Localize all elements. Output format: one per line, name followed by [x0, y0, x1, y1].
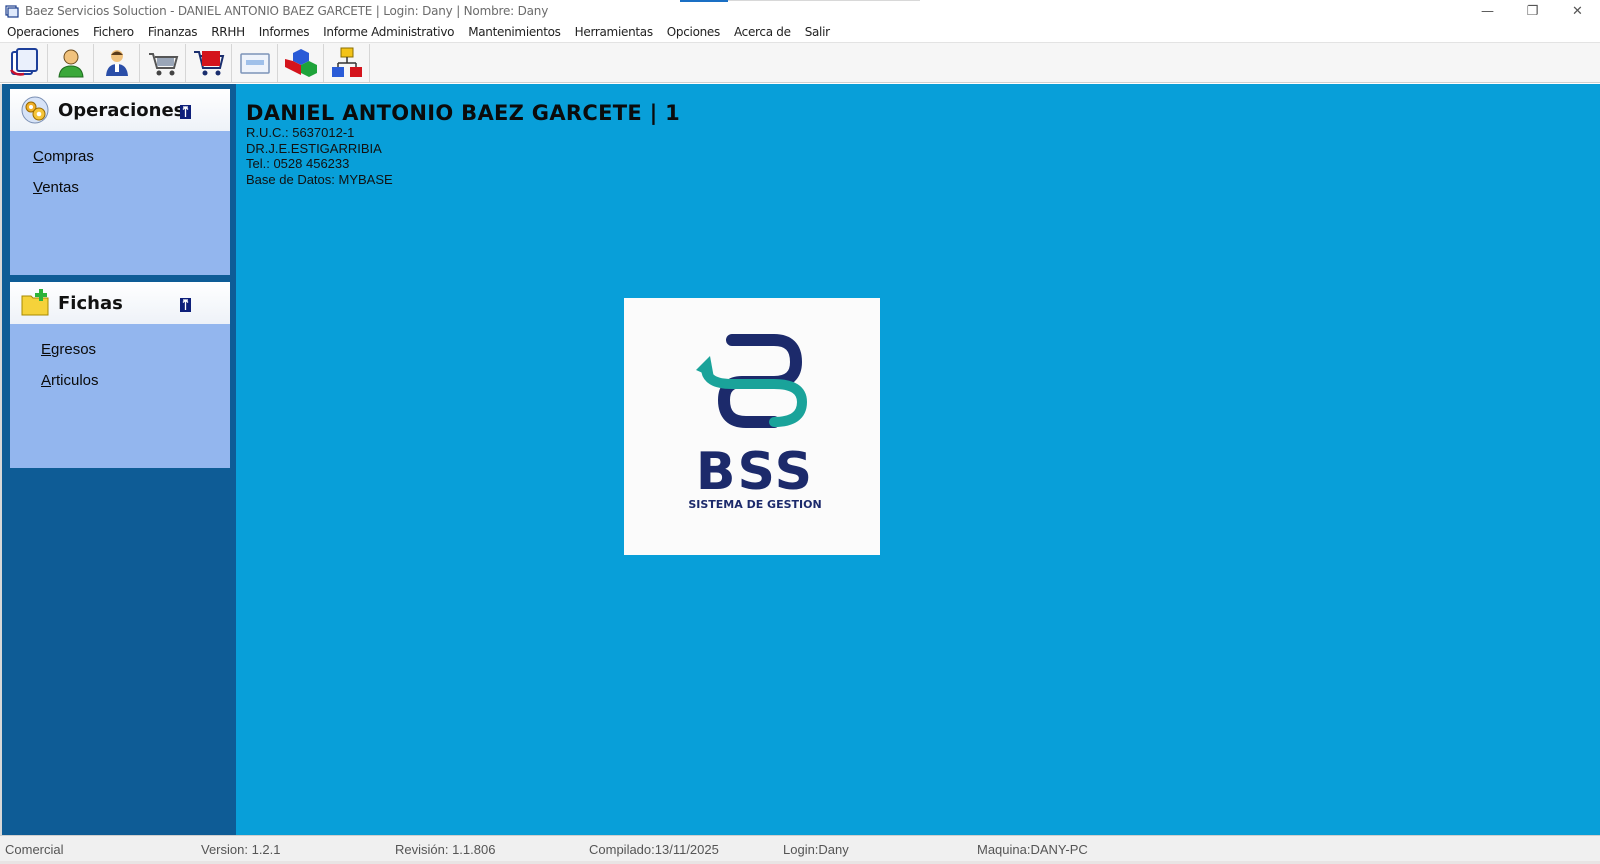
- restore-button[interactable]: ❐: [1510, 0, 1555, 22]
- panel-operaciones: Operaciones Compras Ventas: [10, 89, 230, 275]
- gears-icon: [21, 96, 49, 124]
- company-ruc: R.U.C.: 5637012-1: [246, 125, 355, 140]
- status-module: Comercial: [5, 842, 64, 857]
- panel-fichas-title: Fichas: [58, 292, 123, 314]
- company-logo: BSS SISTEMA DE GESTION: [624, 298, 880, 555]
- panel-fichas-pin-button[interactable]: [180, 298, 191, 312]
- company-database: Base de Datos: MYBASE: [246, 172, 393, 187]
- status-bar: Comercial Version: 1.2.1 Revisión: 1.1.8…: [0, 835, 1600, 861]
- main-area: DANIEL ANTONIO BAEZ GARCETE | 1 R.U.C.: …: [236, 84, 1600, 835]
- toolbar-cart-button[interactable]: [186, 43, 232, 82]
- menu-bar: Operaciones Fichero Finanzas RRHH Inform…: [0, 22, 1600, 43]
- menu-salir[interactable]: Salir: [798, 25, 837, 39]
- link-articulos[interactable]: Articulos: [41, 372, 99, 389]
- logo-letters: BSS: [696, 442, 814, 502]
- menu-finanzas[interactable]: Finanzas: [141, 25, 204, 39]
- status-machine: Maquina:DANY-PC: [977, 842, 1088, 857]
- panel-operaciones-header[interactable]: Operaciones: [10, 89, 230, 131]
- menu-operaciones[interactable]: Operaciones: [0, 25, 86, 39]
- pin-icon: [182, 106, 189, 117]
- menu-rrhh[interactable]: RRHH: [204, 25, 252, 39]
- card-icon: [239, 52, 270, 74]
- link-egresos[interactable]: Egresos: [41, 341, 96, 358]
- toolbar: [0, 43, 1600, 83]
- title-bar: Baez Servicios Soluction - DANIEL ANTONI…: [0, 0, 1600, 22]
- status-compiled: Compilado:13/11/2025: [589, 842, 719, 857]
- panel-fichas: Fichas Egresos Articulos: [10, 282, 230, 468]
- cash-register-icon: [148, 52, 178, 75]
- toolbar-user-button[interactable]: [48, 43, 94, 82]
- documents-icon: [9, 47, 38, 76]
- user-icon: [57, 49, 84, 77]
- menu-acerca-de[interactable]: Acerca de: [727, 25, 798, 39]
- employee-icon: [105, 49, 128, 76]
- toolbar-cubes-button[interactable]: [278, 43, 324, 82]
- title-divider: [728, 0, 920, 1]
- menu-mantenimientos[interactable]: Mantenimientos: [461, 25, 567, 39]
- menu-informe-administrativo[interactable]: Informe Administrativo: [316, 25, 461, 39]
- menu-opciones[interactable]: Opciones: [660, 25, 727, 39]
- toolbar-hierarchy-button[interactable]: [324, 43, 370, 82]
- shopping-cart-icon: [193, 50, 224, 75]
- toolbar-employee-button[interactable]: [94, 43, 140, 82]
- app-icon: [5, 4, 19, 18]
- panel-operaciones-pin-button[interactable]: [180, 105, 191, 119]
- logo-tagline: SISTEMA DE GESTION: [688, 498, 821, 511]
- toolbar-card-button[interactable]: [232, 43, 278, 82]
- company-name: DANIEL ANTONIO BAEZ GARCETE | 1: [246, 101, 681, 125]
- folder-add-icon: [21, 289, 49, 316]
- panel-fichas-header[interactable]: Fichas: [10, 282, 230, 324]
- toolbar-documents-button[interactable]: [2, 43, 48, 82]
- window-controls: — ❐ ✕: [1465, 0, 1600, 22]
- title-accent: [680, 0, 728, 2]
- company-address: DR.J.E.ESTIGARRIBIA: [246, 141, 382, 156]
- link-compras[interactable]: Compras: [33, 148, 94, 165]
- status-version: Version: 1.2.1: [201, 842, 281, 857]
- menu-informes[interactable]: Informes: [252, 25, 316, 39]
- cubes-icon: [284, 48, 317, 77]
- menu-fichero[interactable]: Fichero: [86, 25, 141, 39]
- window-title: Baez Servicios Soluction - DANIEL ANTONI…: [25, 4, 549, 18]
- hierarchy-icon: [331, 47, 362, 77]
- status-login: Login:Dany: [783, 842, 849, 857]
- company-phone: Tel.: 0528 456233: [246, 156, 350, 171]
- close-button[interactable]: ✕: [1555, 0, 1600, 22]
- menu-herramientas[interactable]: Herramientas: [568, 25, 660, 39]
- status-revision: Revisión: 1.1.806: [395, 842, 496, 857]
- panel-operaciones-title: Operaciones: [58, 99, 185, 121]
- toolbar-cash-register-button[interactable]: [140, 43, 186, 82]
- pin-icon: [182, 299, 189, 310]
- link-ventas[interactable]: Ventas: [33, 179, 79, 196]
- sidebar: Operaciones Compras Ventas Fichas Egreso…: [0, 84, 236, 835]
- minimize-button[interactable]: —: [1465, 0, 1510, 22]
